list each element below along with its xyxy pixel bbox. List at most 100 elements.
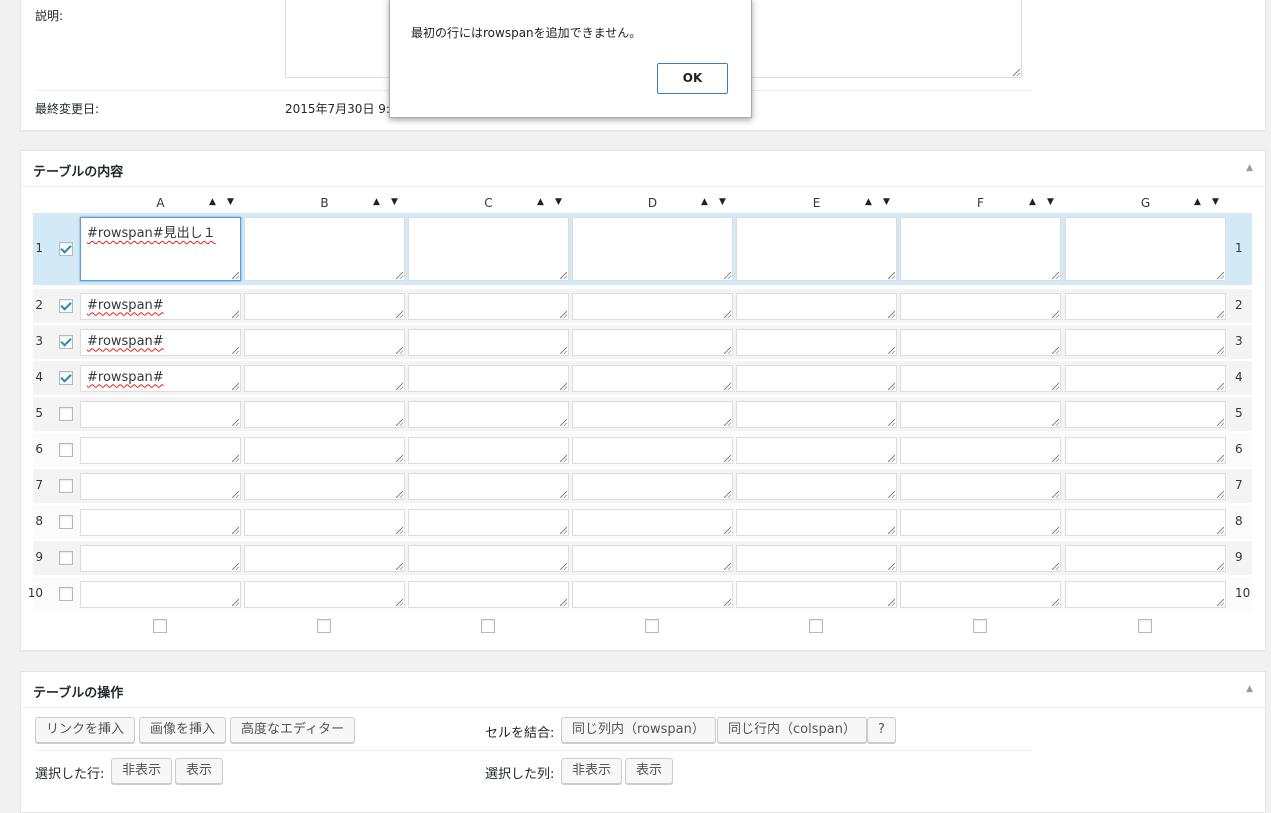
cell-input-e[interactable] <box>736 217 897 281</box>
cell-input-g[interactable] <box>1065 580 1226 608</box>
cell-input-d[interactable] <box>572 328 733 356</box>
resize-grip-icon[interactable] <box>1217 526 1224 534</box>
cell-input-d[interactable] <box>572 400 733 428</box>
cell-input-e[interactable] <box>736 400 897 428</box>
cell-input-b[interactable] <box>244 400 405 428</box>
row-select-checkbox[interactable] <box>59 551 73 565</box>
row-select-checkbox[interactable] <box>59 371 73 385</box>
cell-input-c[interactable] <box>408 472 569 500</box>
sort-descending-icon[interactable]: ▼ <box>227 197 234 207</box>
resize-grip-icon[interactable] <box>888 454 895 462</box>
merge-same-row-button[interactable]: 同じ行内（colspan） <box>717 717 867 743</box>
column-select-checkbox-f[interactable] <box>973 619 987 633</box>
resize-grip-icon[interactable] <box>888 346 895 354</box>
resize-grip-icon[interactable] <box>232 562 239 570</box>
cell-input-d[interactable] <box>572 544 733 572</box>
resize-grip-icon[interactable] <box>396 382 403 390</box>
cell-input-a[interactable] <box>80 472 241 500</box>
resize-grip-icon[interactable] <box>724 272 731 279</box>
collapse-toggle-icon[interactable]: ▲ <box>1246 163 1253 173</box>
resize-grip-icon[interactable] <box>396 454 403 462</box>
cell-input-b[interactable] <box>244 436 405 464</box>
resize-grip-icon[interactable] <box>888 382 895 390</box>
cell-input-e[interactable] <box>736 328 897 356</box>
resize-grip-icon[interactable] <box>396 598 403 606</box>
cell-input-c[interactable] <box>408 292 569 320</box>
cell-input-g[interactable] <box>1065 400 1226 428</box>
resize-grip-icon[interactable] <box>560 562 567 570</box>
show-columns-button[interactable]: 表示 <box>625 758 674 784</box>
cell-input-b[interactable] <box>244 508 405 536</box>
cell-input-f[interactable] <box>900 508 1061 536</box>
cell-input-d[interactable] <box>572 436 733 464</box>
resize-grip-icon[interactable] <box>560 346 567 354</box>
resize-grip-icon[interactable] <box>232 490 239 498</box>
resize-grip-icon[interactable] <box>560 454 567 462</box>
cell-input-g[interactable] <box>1065 436 1226 464</box>
resize-grip-icon[interactable] <box>1217 346 1224 354</box>
row-select-checkbox[interactable] <box>59 242 73 256</box>
row-select-checkbox[interactable] <box>59 479 73 493</box>
cell-input-b[interactable] <box>244 544 405 572</box>
sort-ascending-icon[interactable]: ▲ <box>373 197 380 207</box>
cell-input-a[interactable]: #rowspan# <box>80 328 241 356</box>
column-select-checkbox-a[interactable] <box>153 619 167 633</box>
resize-grip-icon[interactable] <box>1052 526 1059 534</box>
resize-grip-icon[interactable] <box>396 562 403 570</box>
resize-grip-icon[interactable] <box>1217 272 1224 279</box>
row-select-checkbox[interactable] <box>59 515 73 529</box>
sort-ascending-icon[interactable]: ▲ <box>537 197 544 207</box>
resize-grip-icon[interactable] <box>1052 490 1059 498</box>
cell-input-f[interactable] <box>900 328 1061 356</box>
cell-input-a[interactable]: #rowspan# <box>80 292 241 320</box>
cell-input-e[interactable] <box>736 292 897 320</box>
sort-ascending-icon[interactable]: ▲ <box>1194 197 1201 207</box>
row-select-checkbox[interactable] <box>59 587 73 601</box>
resize-grip-icon[interactable] <box>1052 346 1059 354</box>
cell-input-g[interactable] <box>1065 508 1226 536</box>
cell-input-e[interactable] <box>736 508 897 536</box>
cell-input-d[interactable] <box>572 580 733 608</box>
resize-grip-icon[interactable] <box>724 562 731 570</box>
cell-input-a[interactable]: #rowspan#見出し１ <box>80 217 241 281</box>
show-rows-button[interactable]: 表示 <box>175 758 224 784</box>
merge-same-column-button[interactable]: 同じ列内（rowspan） <box>561 717 716 743</box>
cell-input-f[interactable] <box>900 544 1061 572</box>
column-select-checkbox-e[interactable] <box>809 619 823 633</box>
sort-descending-icon[interactable]: ▼ <box>555 197 562 207</box>
row-select-checkbox[interactable] <box>59 407 73 421</box>
cell-input-a[interactable] <box>80 580 241 608</box>
cell-input-e[interactable] <box>736 436 897 464</box>
resize-grip-icon[interactable] <box>1217 310 1224 318</box>
resize-grip-icon[interactable] <box>724 310 731 318</box>
column-select-checkbox-g[interactable] <box>1138 619 1152 633</box>
resize-grip-icon[interactable] <box>1217 418 1224 426</box>
resize-grip-icon[interactable] <box>1052 454 1059 462</box>
cell-input-g[interactable] <box>1065 292 1226 320</box>
cell-input-e[interactable] <box>736 472 897 500</box>
help-button[interactable]: ? <box>867 717 896 743</box>
cell-input-c[interactable] <box>408 580 569 608</box>
column-select-checkbox-d[interactable] <box>645 619 659 633</box>
resize-grip-icon[interactable] <box>724 598 731 606</box>
resize-grip-icon[interactable] <box>1052 562 1059 570</box>
resize-grip-icon[interactable] <box>1217 562 1224 570</box>
insert-image-button[interactable]: 画像を挿入 <box>139 717 227 743</box>
cell-input-a[interactable] <box>80 508 241 536</box>
cell-input-d[interactable] <box>572 292 733 320</box>
cell-input-b[interactable] <box>244 328 405 356</box>
sort-ascending-icon[interactable]: ▲ <box>865 197 872 207</box>
resize-grip-icon[interactable] <box>396 490 403 498</box>
cell-input-b[interactable] <box>244 217 405 281</box>
cell-input-g[interactable] <box>1065 544 1226 572</box>
resize-grip-icon[interactable] <box>1217 382 1224 390</box>
cell-input-c[interactable] <box>408 217 569 281</box>
cell-input-g[interactable] <box>1065 472 1226 500</box>
cell-input-g[interactable] <box>1065 328 1226 356</box>
cell-input-e[interactable] <box>736 580 897 608</box>
resize-grip-icon[interactable] <box>888 526 895 534</box>
resize-grip-icon[interactable] <box>396 310 403 318</box>
resize-grip-icon[interactable] <box>1052 310 1059 318</box>
cell-input-d[interactable] <box>572 364 733 392</box>
sort-descending-icon[interactable]: ▼ <box>1212 197 1219 207</box>
